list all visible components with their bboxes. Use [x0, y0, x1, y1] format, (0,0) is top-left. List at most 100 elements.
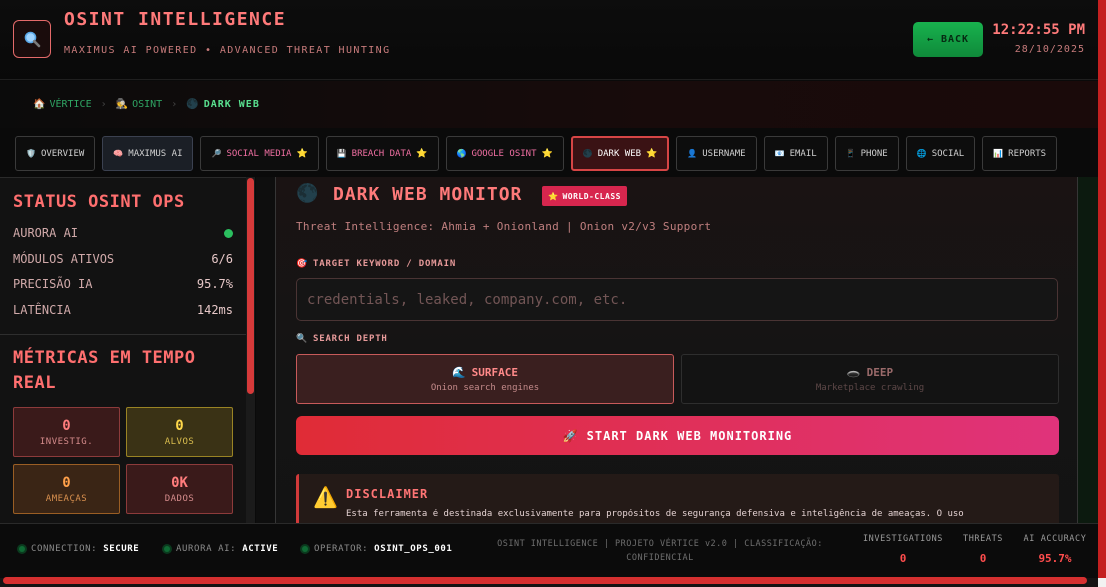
- depth-title: 🌊 SURFACE: [452, 366, 518, 379]
- world-class-badge: ⭐ WORLD-CLASS: [542, 186, 627, 206]
- status-label: AURORA AI: [13, 226, 79, 240]
- sidebar-divider: [0, 334, 246, 335]
- tab-reports[interactable]: 📊 REPORTS: [982, 136, 1058, 171]
- app-subtitle: MAXIMUS AI POWERED • ADVANCED THREAT HUN…: [64, 45, 391, 56]
- module-tabs: 🛡️ OVERVIEW 🧠 MAXIMUS AI 🔎 SOCIAL MEDIA …: [15, 136, 1058, 171]
- warning-icon: ⚠️: [313, 485, 338, 509]
- metric-label: INVESTIG.: [39, 436, 94, 447]
- horizontal-scrollbar-thumb[interactable]: [3, 577, 1087, 584]
- metric-label: AMEAÇAS: [45, 493, 88, 504]
- tab-overview[interactable]: 🛡️ OVERVIEW: [15, 136, 96, 171]
- tab-maximus-ai[interactable]: 🧠 MAXIMUS AI: [102, 136, 194, 171]
- metric-value: 0: [62, 474, 71, 491]
- rocket-icon: 🚀: [562, 428, 579, 443]
- search-icon: 🔎: [211, 149, 222, 158]
- breadcrumb-item-vertice[interactable]: 🏠 VÉRTICE: [33, 99, 92, 110]
- magnifier-icon: [24, 31, 41, 48]
- moon-icon: 🌑: [186, 99, 200, 110]
- footer-metric-value: 0: [979, 552, 987, 565]
- status-label: PRECISÃO IA: [13, 277, 93, 291]
- panel-description: Threat Intelligence: Ahmia + Onionland |…: [296, 220, 712, 233]
- floppy-icon: 💾: [336, 149, 347, 158]
- status-dot-icon: [302, 546, 308, 552]
- tab-phone[interactable]: 📱 PHONE: [834, 136, 899, 171]
- vertical-scrollbar[interactable]: [1098, 0, 1106, 578]
- sidebar-scrollbar-thumb[interactable]: [247, 178, 254, 394]
- disclaimer-box: ⚠️ DISCLAIMER Esta ferramenta é destinad…: [296, 474, 1059, 523]
- back-button[interactable]: ← BACK: [913, 22, 983, 57]
- status-label: LATÊNCIA: [13, 303, 71, 317]
- disclaimer-title: DISCLAIMER: [346, 487, 429, 501]
- keyword-input[interactable]: [296, 278, 1058, 321]
- app-title: OSINT INTELLIGENCE: [64, 9, 287, 30]
- target-icon: 🎯: [296, 259, 309, 269]
- depth-description: Onion search engines: [430, 382, 540, 393]
- tab-social[interactable]: 🌐 SOCIAL: [905, 136, 976, 171]
- keyword-label-text: TARGET KEYWORD / DOMAIN: [313, 259, 457, 269]
- metric-value: 0: [62, 417, 71, 434]
- breadcrumb-item-osint[interactable]: 🕵️ OSINT: [116, 99, 163, 110]
- detective-icon: 🕵️: [115, 99, 129, 110]
- footer-status-label: CONNECTION:: [31, 544, 98, 554]
- footer-status-connection: CONNECTION: SECURE: [19, 544, 139, 554]
- status-value: 6/6: [211, 252, 233, 266]
- status-sidebar: STATUS OSINT OPS AURORA AI MÓDULOS ATIVO…: [0, 177, 255, 523]
- start-monitoring-button[interactable]: 🚀 START DARK WEB MONITORING: [296, 416, 1059, 455]
- tab-label: PHONE: [860, 148, 888, 159]
- tab-label: DARK WEB: [597, 148, 642, 159]
- star-icon: ⭐: [296, 148, 308, 159]
- tab-label: SOCIAL MEDIA: [226, 148, 292, 159]
- metric-value: 0K: [171, 474, 188, 491]
- app-header: OSINT INTELLIGENCE MAXIMUS AI POWERED • …: [0, 0, 1098, 80]
- disclaimer-text: Esta ferramenta é destinada exclusivamen…: [346, 509, 964, 519]
- tab-dark-web[interactable]: 🌑 DARK WEB ⭐: [570, 136, 670, 171]
- search-depth-label-text: SEARCH DEPTH: [313, 334, 388, 344]
- tab-label: OVERVIEW: [40, 148, 85, 159]
- footer-metric-threats: THREATS 0: [959, 534, 1007, 565]
- tab-breach-data[interactable]: 💾 BREACH DATA ⭐: [325, 136, 439, 171]
- panel-title: DARK WEB MONITOR: [333, 184, 523, 205]
- footer-status-value: ACTIVE: [242, 544, 279, 554]
- footer-classification: OSINT INTELLIGENCE | PROJETO VÉRTICE v2.…: [497, 539, 823, 563]
- tab-label: BREACH DATA: [351, 148, 412, 159]
- tab-social-media[interactable]: 🔎 SOCIAL MEDIA ⭐: [200, 136, 319, 171]
- footer-metric-value: 0: [899, 552, 907, 565]
- home-icon: 🏠: [33, 99, 46, 110]
- depth-option-surface[interactable]: 🌊 SURFACE Onion search engines: [296, 354, 674, 404]
- breadcrumb-separator: ›: [100, 99, 107, 110]
- star-icon: ⭐: [646, 148, 658, 159]
- footer-status-value: SECURE: [103, 544, 140, 554]
- footer-status-aurora: AURORA AI: ACTIVE: [164, 544, 278, 554]
- tab-email[interactable]: 📧 EMAIL: [763, 136, 828, 171]
- depth-description: Marketplace crawling: [815, 382, 925, 393]
- clock-time: 12:22:55 PM: [992, 22, 1085, 38]
- phone-icon: 📱: [845, 149, 856, 158]
- moon-icon: 🌑: [582, 149, 593, 158]
- footer-metric-investigations: INVESTIGATIONS 0: [862, 534, 944, 565]
- metric-investigations: 0 INVESTIG.: [13, 407, 120, 457]
- right-panel-edge: [1078, 177, 1098, 523]
- tab-username[interactable]: 👤 USERNAME: [676, 136, 757, 171]
- footer-metric-label: INVESTIGATIONS: [862, 534, 944, 544]
- metric-threats: 0 AMEAÇAS: [13, 464, 120, 514]
- metric-data: 0K DADOS: [126, 464, 233, 514]
- tab-label: GOOGLE OSINT: [471, 148, 537, 159]
- footer-status-operator: OPERATOR: OSINT_OPS_001: [302, 544, 452, 554]
- footer-metric-label: THREATS: [962, 534, 1004, 544]
- status-row-modules: MÓDULOS ATIVOS 6/6: [13, 252, 233, 266]
- footer-metric-ai-accuracy: AI ACCURACY 95.7%: [1020, 534, 1090, 565]
- user-icon: 👤: [687, 149, 698, 158]
- magnifier-icon: 🔍: [296, 334, 309, 344]
- status-value: 142ms: [196, 303, 233, 317]
- footer-metric-value: 95.7%: [1038, 552, 1072, 565]
- status-row-aurora: AURORA AI: [13, 226, 233, 240]
- tab-label: EMAIL: [789, 148, 817, 159]
- status-row-precision: PRECISÃO IA 95.7%: [13, 277, 233, 291]
- star-icon: ⭐: [416, 148, 428, 159]
- status-dot-icon: [164, 546, 170, 552]
- status-value: 95.7%: [196, 277, 233, 291]
- tab-google-osint[interactable]: 🌎 GOOGLE OSINT ⭐: [445, 136, 564, 171]
- tab-label: USERNAME: [702, 148, 746, 159]
- depth-option-deep[interactable]: 🕳️ DEEP Marketplace crawling: [681, 354, 1059, 404]
- start-label: START DARK WEB MONITORING: [586, 428, 793, 443]
